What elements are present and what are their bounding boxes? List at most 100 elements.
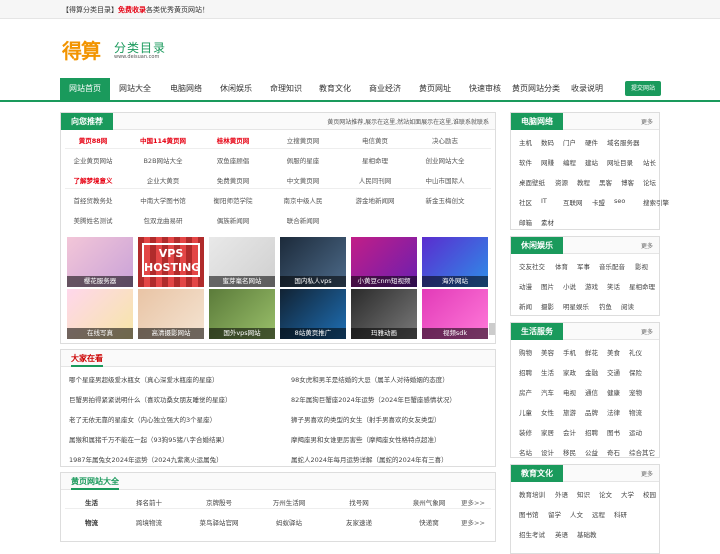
side-link[interactable]: 图书馆	[519, 509, 539, 519]
side-link[interactable]: 会计	[563, 427, 576, 437]
nav-education[interactable]: 教育文化	[313, 78, 357, 100]
side-link[interactable]: 宠物	[629, 387, 642, 397]
recommend-link[interactable]: 黄页88网	[63, 135, 123, 145]
side-link[interactable]: 公益	[585, 447, 598, 457]
nav-home[interactable]: 网站首页	[60, 78, 110, 100]
nav-categories[interactable]: 黄页网站分类	[508, 78, 564, 100]
side-link[interactable]: 建站	[585, 157, 598, 167]
side-link[interactable]: 搜索引擎	[643, 197, 669, 207]
side-link[interactable]: 鲜花	[585, 347, 598, 357]
side-link[interactable]: 手机	[563, 347, 576, 357]
thumbnail-card[interactable]: VPS HOSTING	[138, 237, 204, 287]
side-link[interactable]: 家政	[563, 367, 576, 377]
side-link[interactable]: 礼仪	[629, 347, 642, 357]
side-more-link[interactable]: 更多	[641, 241, 653, 250]
side-link[interactable]: 影视	[635, 261, 648, 271]
side-link[interactable]: 物流	[629, 407, 642, 417]
recommend-link[interactable]: 首经贸教务处	[63, 195, 123, 205]
side-link[interactable]: 科研	[614, 509, 627, 519]
thumbnail-card[interactable]: 国内私人vps	[280, 237, 346, 287]
recommend-link[interactable]: 游金地新闻网	[345, 195, 405, 205]
side-link[interactable]: 家居	[541, 427, 554, 437]
recommend-link[interactable]: 中文黄页网	[273, 175, 333, 185]
side-link[interactable]: 论坛	[643, 177, 656, 187]
side-link[interactable]: 通信	[585, 387, 598, 397]
side-link[interactable]: 编程	[563, 157, 576, 167]
news-link[interactable]: 摩羯座男和女谁更厉害些（摩羯座女性格特点超准）	[291, 434, 441, 444]
directory-link[interactable]: 泉州气象网	[399, 497, 459, 507]
news-link[interactable]: 哪个星座男超级爱水瓶女（真心深爱水瓶座的星座）	[69, 374, 219, 384]
recommend-link[interactable]: 新金玉梅创文	[415, 195, 475, 205]
directory-link[interactable]: 万州生活网	[259, 497, 319, 507]
side-more-link[interactable]: 更多	[641, 117, 653, 126]
side-link[interactable]: 网址目录	[607, 157, 633, 167]
news-link[interactable]: 98女虎和男羊是结婚的大忌（属羊人对待婚姻的态度）	[291, 374, 449, 384]
side-link[interactable]: 留学	[548, 509, 561, 519]
news-link[interactable]: 属蛇人2024年每月运势详解（属蛇的2024年有三喜）	[291, 454, 448, 464]
side-link[interactable]: 互联网	[563, 197, 583, 207]
side-link[interactable]: 素材	[541, 217, 554, 227]
submit-site-button[interactable]: 提交网站	[625, 81, 661, 96]
side-link[interactable]: 招生考试	[519, 529, 545, 539]
side-link[interactable]: 动漫	[519, 281, 532, 291]
side-link[interactable]: 汽车	[541, 387, 554, 397]
side-link[interactable]: 招聘	[585, 427, 598, 437]
side-link[interactable]: 主机	[519, 137, 532, 147]
side-link[interactable]: 旅游	[563, 407, 576, 417]
news-link[interactable]: 巨蟹男拍得紧紧说明什么（喜欢功桑女朋友睡觉的星座）	[69, 394, 232, 404]
recommend-link[interactable]: 美腾姓名测试	[63, 215, 123, 225]
side-link[interactable]: 品牌	[585, 407, 598, 417]
thumbnail-card[interactable]: 海外网站	[422, 237, 488, 287]
side-link[interactable]: 笑话	[607, 281, 620, 291]
side-link[interactable]: 房产	[519, 387, 532, 397]
side-link[interactable]: 儿童	[519, 407, 532, 417]
directory-more-link[interactable]: 更多>>	[461, 497, 485, 507]
recommend-link[interactable]: 电信黄页	[345, 135, 405, 145]
nav-fast-review[interactable]: 快速审核	[463, 78, 507, 100]
news-link[interactable]: 属猴和属猪千万不能在一起（93狗95猪八字合婚结果）	[69, 434, 229, 444]
side-link[interactable]: 摄影	[541, 301, 554, 311]
recommend-link[interactable]: 免费黄页网	[203, 175, 263, 185]
recommend-link[interactable]: 包双龙曲易研	[133, 215, 193, 225]
side-link[interactable]: 移民	[563, 447, 576, 457]
side-link[interactable]: 教育培训	[519, 489, 545, 499]
side-link[interactable]: 硬件	[585, 137, 598, 147]
side-link[interactable]: 域名服务器	[607, 137, 640, 147]
recommend-link[interactable]: 佩服的星座	[273, 155, 333, 165]
side-link[interactable]: 金融	[585, 367, 598, 377]
side-link[interactable]: 阅读	[621, 301, 634, 311]
side-link[interactable]: 大学	[621, 489, 634, 499]
recommend-link[interactable]: 创业网站大全	[415, 155, 475, 165]
recommend-link[interactable]: 南京中级人民	[273, 195, 333, 205]
thumbnail-card[interactable]: 国外vps网站	[209, 289, 275, 339]
side-link[interactable]: 装修	[519, 427, 532, 437]
side-link[interactable]: 名站	[519, 447, 532, 457]
recommend-link[interactable]: 桂林黄页网	[203, 135, 263, 145]
thumbnail-card[interactable]: 视频sdk	[422, 289, 488, 339]
side-link[interactable]: 交友社交	[519, 261, 545, 271]
side-link[interactable]: 站长	[643, 157, 656, 167]
side-link[interactable]: 生活	[541, 367, 554, 377]
side-link[interactable]: 资源	[555, 177, 568, 187]
side-link[interactable]: 图片	[541, 281, 554, 291]
side-link[interactable]: 美容	[541, 347, 554, 357]
thumbnail-card[interactable]: 小黄豆cnm短视频	[351, 237, 417, 287]
recommend-link[interactable]: 企业黄页网站	[63, 155, 123, 165]
side-link[interactable]: 校园	[643, 489, 656, 499]
side-link[interactable]: 星相命理	[629, 281, 655, 291]
directory-link[interactable]: 跨境物流	[119, 517, 179, 527]
side-link[interactable]: 体育	[555, 261, 568, 271]
side-link[interactable]: 图书	[607, 427, 620, 437]
directory-link[interactable]: 择名前十	[119, 497, 179, 507]
recommend-link[interactable]: B2B网站大全	[133, 155, 193, 165]
side-link[interactable]: 游戏	[585, 281, 598, 291]
directory-link[interactable]: 友家速递	[329, 517, 389, 527]
nav-site-list[interactable]: 网站大全	[113, 78, 157, 100]
thumbnail-card[interactable]: 在线写真	[67, 289, 133, 339]
side-more-link[interactable]: 更多	[641, 327, 653, 336]
recommend-link[interactable]: 中南大学图书馆	[133, 195, 193, 205]
recommend-link[interactable]: 星相命理	[345, 155, 405, 165]
side-link[interactable]: 新闻	[519, 301, 532, 311]
scroll-hint[interactable]	[489, 323, 495, 335]
side-link[interactable]: IT	[541, 197, 547, 205]
